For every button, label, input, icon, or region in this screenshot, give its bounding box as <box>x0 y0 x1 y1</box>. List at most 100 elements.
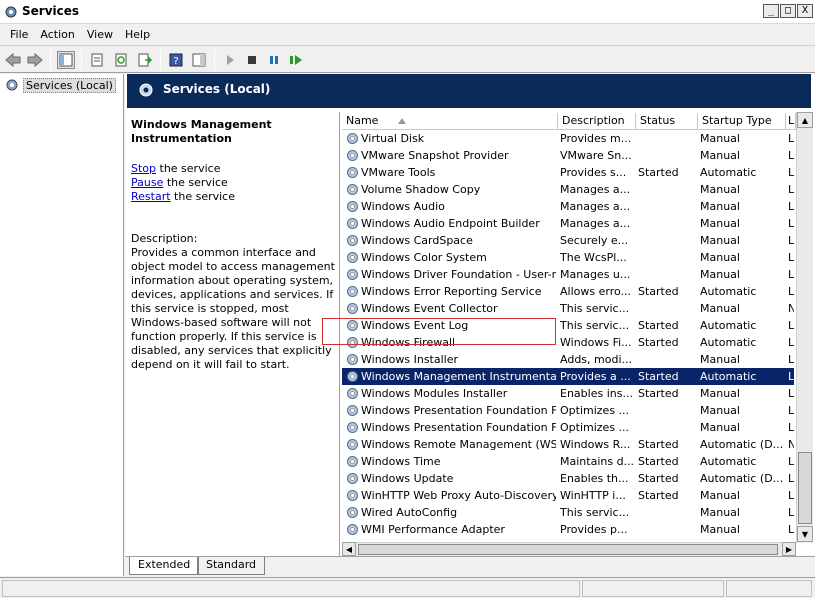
table-row[interactable]: Virtual Disk Provides m... Manual L <box>342 130 794 147</box>
scroll-left-icon[interactable]: ◀ <box>342 542 356 556</box>
service-startup-type: Manual <box>700 387 740 400</box>
tab-standard[interactable]: Standard <box>197 557 266 575</box>
table-row[interactable]: Windows Color System The WcsPl... Manual L <box>342 249 794 266</box>
menu-help[interactable]: Help <box>119 28 156 41</box>
table-row[interactable]: Windows Presentation Foundation Fo... Opt… <box>342 402 794 419</box>
help-icon[interactable]: ? <box>167 51 185 69</box>
restart-service-link[interactable]: Restart <box>131 190 171 203</box>
service-name: Windows Firewall <box>361 336 456 349</box>
column-header-log-on-as[interactable]: L <box>786 113 796 130</box>
service-startup-type: Manual <box>700 489 740 502</box>
table-row[interactable]: Windows Time Maintains d... Started Automat… <box>342 453 794 470</box>
scroll-right-icon[interactable]: ▶ <box>782 542 796 556</box>
stop-service-link[interactable]: Stop <box>131 162 156 175</box>
scroll-up-icon[interactable]: ▲ <box>797 112 813 128</box>
scroll-down-icon[interactable]: ▼ <box>797 526 813 542</box>
table-row[interactable]: Windows Modules Installer Enables ins... S… <box>342 385 794 402</box>
service-description: Adds, modi... <box>560 353 632 366</box>
service-status <box>638 419 696 436</box>
menu-action[interactable]: Action <box>34 28 80 41</box>
start-service-icon[interactable] <box>221 51 239 69</box>
horizontal-scrollbar[interactable]: ◀ ▶ <box>342 542 796 556</box>
service-gear-icon <box>347 252 358 263</box>
stop-service-icon[interactable] <box>243 51 261 69</box>
table-row[interactable]: WMI Performance Adapter Provides p... Manu… <box>342 521 794 538</box>
pause-service-icon[interactable] <box>265 51 283 69</box>
service-log-on-as: L <box>788 506 794 519</box>
service-description: Windows R... <box>560 438 631 451</box>
service-gear-icon <box>347 286 358 297</box>
vertical-scrollbar[interactable]: ▲ ▼ <box>796 112 813 543</box>
export-list-icon[interactable] <box>136 51 154 69</box>
service-status <box>638 504 696 521</box>
table-row[interactable]: Windows Firewall Windows Fi... Started Auto… <box>342 334 794 351</box>
table-row[interactable]: Wired AutoConfig This servic... Manual L <box>342 504 794 521</box>
table-row[interactable]: Windows CardSpace Securely e... Manual L <box>342 232 794 249</box>
service-startup-type: Manual <box>700 506 740 519</box>
service-log-on-as: L <box>788 251 794 264</box>
table-row[interactable]: VMware Snapshot Provider VMware Sn... Manu… <box>342 147 794 164</box>
table-row[interactable]: Windows Update Enables th... Started Automa… <box>342 470 794 487</box>
pane-title: Services (Local) <box>163 82 271 96</box>
service-description: Optimizes ... <box>560 421 630 434</box>
back-arrow-icon[interactable] <box>4 51 22 69</box>
service-startup-type: Manual <box>700 302 740 315</box>
horizontal-scroll-thumb[interactable] <box>358 544 778 555</box>
table-row[interactable]: Windows Management Instrumentation Provid… <box>342 368 794 385</box>
service-description: Provides m... <box>560 132 632 145</box>
restart-service-icon[interactable] <box>287 51 305 69</box>
minimize-button[interactable]: _ <box>763 4 779 18</box>
table-row[interactable]: WinHTTP Web Proxy Auto-Discovery ... WinH… <box>342 487 794 504</box>
service-description: Enables ins... <box>560 387 633 400</box>
forward-arrow-icon[interactable] <box>26 51 44 69</box>
console-tree-icon[interactable] <box>57 51 75 69</box>
service-gear-icon <box>347 490 358 501</box>
refresh-icon[interactable] <box>112 51 130 69</box>
table-row[interactable]: Volume Shadow Copy Manages a... Manual L <box>342 181 794 198</box>
pause-service-link[interactable]: Pause <box>131 176 163 189</box>
column-header-status[interactable]: Status <box>636 113 698 130</box>
menu-file[interactable]: File <box>4 28 34 41</box>
properties-icon[interactable] <box>88 51 106 69</box>
column-header-name[interactable]: Name <box>342 113 558 130</box>
service-name: Virtual Disk <box>361 132 425 145</box>
table-row[interactable]: Windows Event Log This servic... Started Au… <box>342 317 794 334</box>
service-name: Volume Shadow Copy <box>361 183 481 196</box>
service-name: VMware Tools <box>361 166 436 179</box>
service-startup-type: Manual <box>700 132 740 145</box>
service-log-on-as: L <box>788 455 794 468</box>
table-row[interactable]: Windows Installer Adds, modi... Manual L <box>342 351 794 368</box>
service-gear-icon <box>347 184 358 195</box>
service-status <box>638 181 696 198</box>
maximize-button[interactable]: □ <box>780 4 796 18</box>
service-gear-icon <box>347 473 358 484</box>
table-row[interactable]: Windows Presentation Foundation Fo... Opt… <box>342 419 794 436</box>
service-status <box>638 147 696 164</box>
service-startup-type: Automatic <box>700 319 757 332</box>
window-title: Services <box>22 4 80 18</box>
table-row[interactable]: Windows Remote Management (WS-... Windows… <box>342 436 794 453</box>
service-log-on-as: L <box>788 268 794 281</box>
svg-text:?: ? <box>173 56 178 67</box>
table-row[interactable]: Windows Driver Foundation - User-m... Man… <box>342 266 794 283</box>
service-startup-type: Automatic <box>700 455 757 468</box>
service-gear-icon <box>347 371 358 382</box>
service-status: Started <box>638 336 679 349</box>
tab-extended[interactable]: Extended <box>129 557 200 575</box>
service-title: Windows Management Instrumentation <box>131 118 272 145</box>
vertical-scroll-thumb[interactable] <box>798 452 812 524</box>
column-header-startup-type[interactable]: Startup Type <box>698 113 786 130</box>
column-header-description[interactable]: Description <box>558 113 636 130</box>
table-row[interactable]: Windows Audio Manages a... Manual L <box>342 198 794 215</box>
show-hide-action-pane-icon[interactable] <box>190 51 208 69</box>
service-log-on-as: L <box>788 353 794 366</box>
table-row[interactable]: Windows Event Collector This servic... Man… <box>342 300 794 317</box>
table-row[interactable]: VMware Tools Provides s... Started Automati… <box>342 164 794 181</box>
tree-item-services-local[interactable]: Services (Local) <box>4 77 116 93</box>
menu-view[interactable]: View <box>81 28 119 41</box>
table-row[interactable]: Windows Audio Endpoint Builder Manages a.… <box>342 215 794 232</box>
close-button[interactable]: X <box>797 4 813 18</box>
services-list: Name Description Status Startup Type L V… <box>322 112 813 556</box>
service-status: Started <box>638 455 679 468</box>
table-row[interactable]: Windows Error Reporting Service Allows er… <box>342 283 794 300</box>
